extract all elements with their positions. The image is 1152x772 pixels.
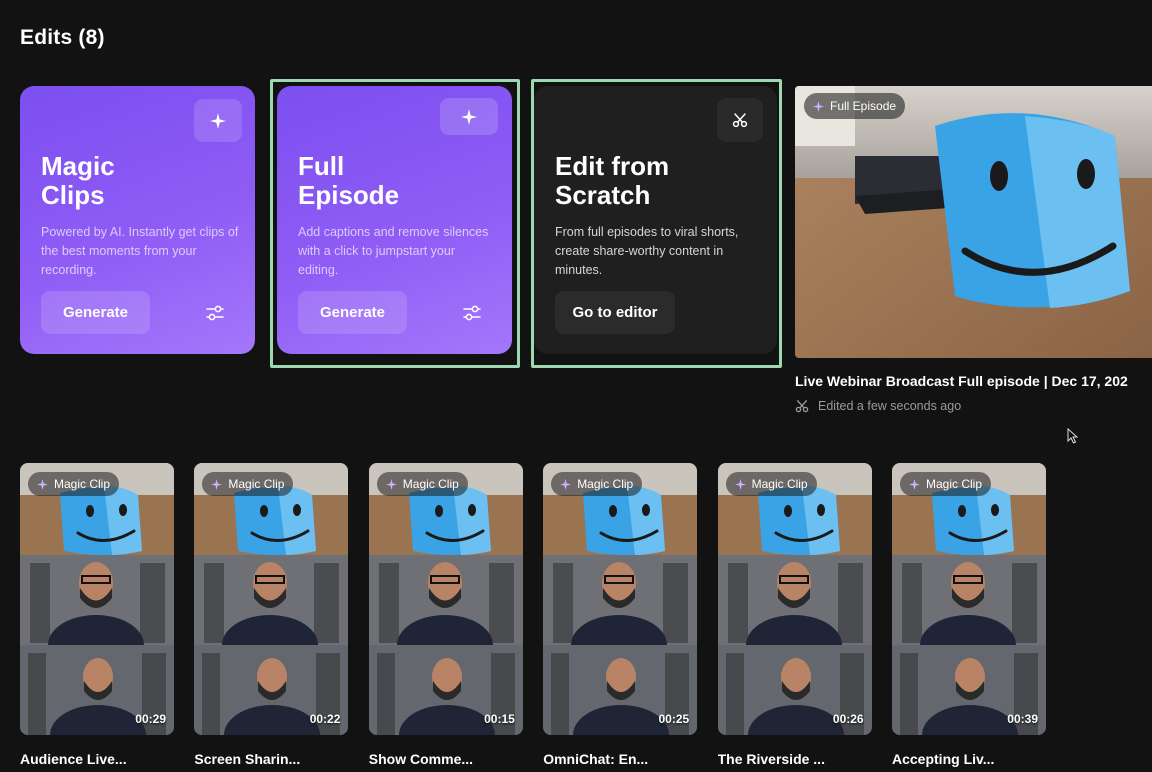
sparkle-icon	[385, 478, 397, 490]
magic-clips-generate-button[interactable]: Generate	[41, 291, 150, 334]
clip-card[interactable]: Magic Clip 00:22 Screen Sharin...	[194, 463, 349, 767]
badge-label: Magic Clip	[402, 477, 459, 491]
clip-card[interactable]: Magic Clip 00:25 OmniChat: En...	[543, 463, 698, 767]
clip-duration: 00:39	[1007, 712, 1038, 726]
magic-clips-card[interactable]: Magic Clips Powered by AI. Instantly get …	[20, 86, 255, 354]
clip-duration: 00:26	[832, 712, 864, 726]
magic-clip-badge: Magic Clip	[28, 472, 120, 496]
clip-duration: 00:29	[135, 712, 166, 726]
clip-title[interactable]: The Riverside ...	[718, 751, 872, 767]
clip-card[interactable]: Magic Clip 00:29 Audience Live...	[20, 463, 174, 767]
clip-title[interactable]: Audience Live...	[20, 751, 174, 767]
scissors-icon	[795, 400, 809, 413]
clip-thumbnail[interactable]: Magic Clip 00:39	[892, 463, 1046, 735]
badge-label: Magic Clip	[228, 477, 285, 491]
magic-clip-badge: Magic Clip	[202, 472, 294, 496]
scissors-icon	[732, 113, 748, 128]
magic-clip-badge: Magic Clip	[551, 472, 643, 496]
sparkle-icon	[813, 100, 824, 112]
full-episode-sparkle-button[interactable]	[440, 98, 498, 135]
clip-preview-image	[20, 463, 174, 735]
sparkle-icon	[461, 108, 477, 125]
clip-preview-image	[717, 463, 872, 735]
clip-card[interactable]: Magic Clip 00:39 Accepting Liv...	[892, 463, 1046, 767]
card-title: Full Episode	[298, 151, 400, 210]
full-episode-title[interactable]: Live Webinar Broadcast Full episode | De…	[795, 373, 1128, 389]
clip-title[interactable]: OmniChat: En...	[543, 751, 697, 767]
magic-clips-sparkle-button[interactable]	[194, 99, 242, 142]
page-title: Edits (8)	[20, 26, 105, 49]
clip-thumbnail[interactable]: Magic Clip 00:15	[368, 463, 523, 735]
go-to-editor-button[interactable]: Go to editor	[555, 291, 675, 334]
sparkle-icon	[560, 478, 572, 490]
full-episode-generate-button[interactable]: Generate	[298, 291, 407, 334]
clip-duration: 00:25	[658, 712, 690, 726]
clip-card[interactable]: Magic Clip 00:26 The Riverside ...	[717, 463, 872, 767]
clip-title[interactable]: Screen Sharin...	[194, 751, 348, 767]
sparkle-icon	[211, 478, 223, 490]
badge-label: Magic Clip	[751, 477, 808, 491]
clip-preview-image	[368, 463, 523, 735]
card-title: Magic Clips	[41, 151, 115, 210]
magic-clip-badge: Magic Clip	[900, 472, 992, 496]
clip-preview-image	[892, 463, 1046, 735]
sparkle-icon	[37, 478, 48, 490]
badge-label: Magic Clip	[926, 477, 983, 491]
edit-meta: Edited a few seconds ago	[795, 399, 961, 413]
magic-clip-badge: Magic Clip	[376, 472, 468, 496]
clip-thumbnail[interactable]: Magic Clip 00:29	[20, 463, 174, 735]
card-description: Powered by AI. Instantly get clips of th…	[41, 225, 239, 277]
badge-label: Magic Clip	[577, 477, 634, 491]
full-episode-badge: Full Episode	[804, 93, 906, 119]
card-description: Add captions and remove silences with a …	[298, 225, 489, 277]
mouse-cursor-icon	[1067, 428, 1079, 444]
clip-duration: 00:15	[484, 712, 515, 726]
clip-thumbnail[interactable]: Magic Clip 00:26	[717, 463, 872, 735]
clip-preview-image	[543, 463, 698, 735]
card-description: From full episodes to viral shorts, crea…	[555, 225, 739, 277]
plush-toy-image	[795, 86, 1152, 358]
clip-preview-image	[194, 463, 349, 735]
clip-thumbnail[interactable]: Magic Clip 00:25	[543, 463, 698, 735]
badge-label: Magic Clip	[54, 477, 111, 491]
clip-card[interactable]: Magic Clip 00:15 Show Comme...	[368, 463, 523, 767]
scissors-button[interactable]	[717, 98, 763, 142]
magic-clip-badge: Magic Clip	[725, 472, 817, 496]
full-episode-thumbnail[interactable]: Full Episode	[795, 86, 1152, 358]
card-title: Edit from Scratch	[555, 151, 670, 210]
sparkle-icon	[210, 112, 226, 129]
clip-duration: 00:22	[309, 712, 341, 726]
full-episode-card[interactable]: Full Episode Add captions and remove sile…	[277, 86, 512, 354]
settings-sliders-icon[interactable]	[205, 304, 225, 322]
clip-title[interactable]: Accepting Liv...	[892, 751, 1046, 767]
settings-sliders-icon[interactable]	[462, 304, 482, 322]
edit-from-scratch-card[interactable]: Edit from Scratch From full episodes to v…	[534, 86, 777, 354]
clip-thumbnail[interactable]: Magic Clip 00:22	[194, 463, 349, 735]
clip-title[interactable]: Show Comme...	[369, 751, 523, 767]
sparkle-icon	[909, 478, 920, 490]
sparkle-icon	[734, 478, 746, 490]
